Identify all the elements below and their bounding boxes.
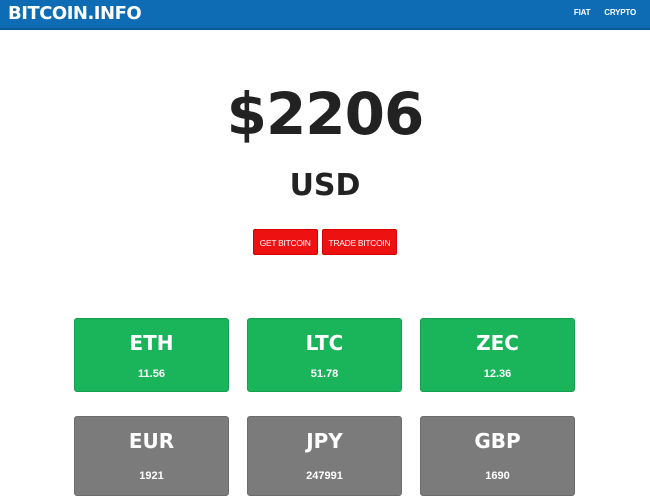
brand-logo-link[interactable]: BITCOIN.INFO bbox=[8, 3, 142, 25]
get-bitcoin-button[interactable]: GET BITCOIN bbox=[252, 229, 318, 255]
tile-value: 247991 bbox=[306, 470, 343, 482]
nav-link-fiat[interactable]: FIAT bbox=[574, 8, 591, 17]
rate-tile-gbp[interactable]: GBP 1690 bbox=[420, 416, 575, 496]
price-currency: USD bbox=[289, 168, 361, 203]
tile-symbol: LTC bbox=[305, 331, 344, 355]
tile-value: 11.56 bbox=[138, 368, 165, 380]
navbar: BITCOIN.INFO FIAT CRYPTO bbox=[0, 0, 650, 30]
rate-tile-eur[interactable]: EUR 1921 bbox=[74, 416, 229, 496]
tile-symbol: JPY bbox=[306, 429, 343, 453]
tile-symbol: GBP bbox=[474, 429, 521, 453]
action-buttons: GET BITCOIN TRADE BITCOIN bbox=[0, 229, 650, 255]
nav-links: FIAT CRYPTO bbox=[574, 8, 636, 17]
rate-tile-jpy[interactable]: JPY 247991 bbox=[247, 416, 402, 496]
tile-value: 1690 bbox=[485, 470, 510, 482]
tile-symbol: EUR bbox=[128, 429, 175, 453]
tile-value: 12.36 bbox=[483, 368, 512, 380]
trade-bitcoin-button[interactable]: TRADE BITCOIN bbox=[321, 229, 398, 255]
tile-symbol: ZEC bbox=[476, 331, 519, 355]
tile-value: 1921 bbox=[139, 470, 164, 482]
nav-link-crypto[interactable]: CRYPTO bbox=[604, 8, 636, 17]
tile-value: 51.78 bbox=[310, 368, 339, 380]
rate-tile-eth[interactable]: ETH 11.56 bbox=[74, 318, 229, 392]
tile-symbol: ETH bbox=[129, 331, 174, 355]
bitcoin-price: $2206 bbox=[226, 80, 425, 148]
rate-tile-ltc[interactable]: LTC 51.78 bbox=[247, 318, 402, 392]
rate-tile-zec[interactable]: ZEC 12.36 bbox=[420, 318, 575, 392]
